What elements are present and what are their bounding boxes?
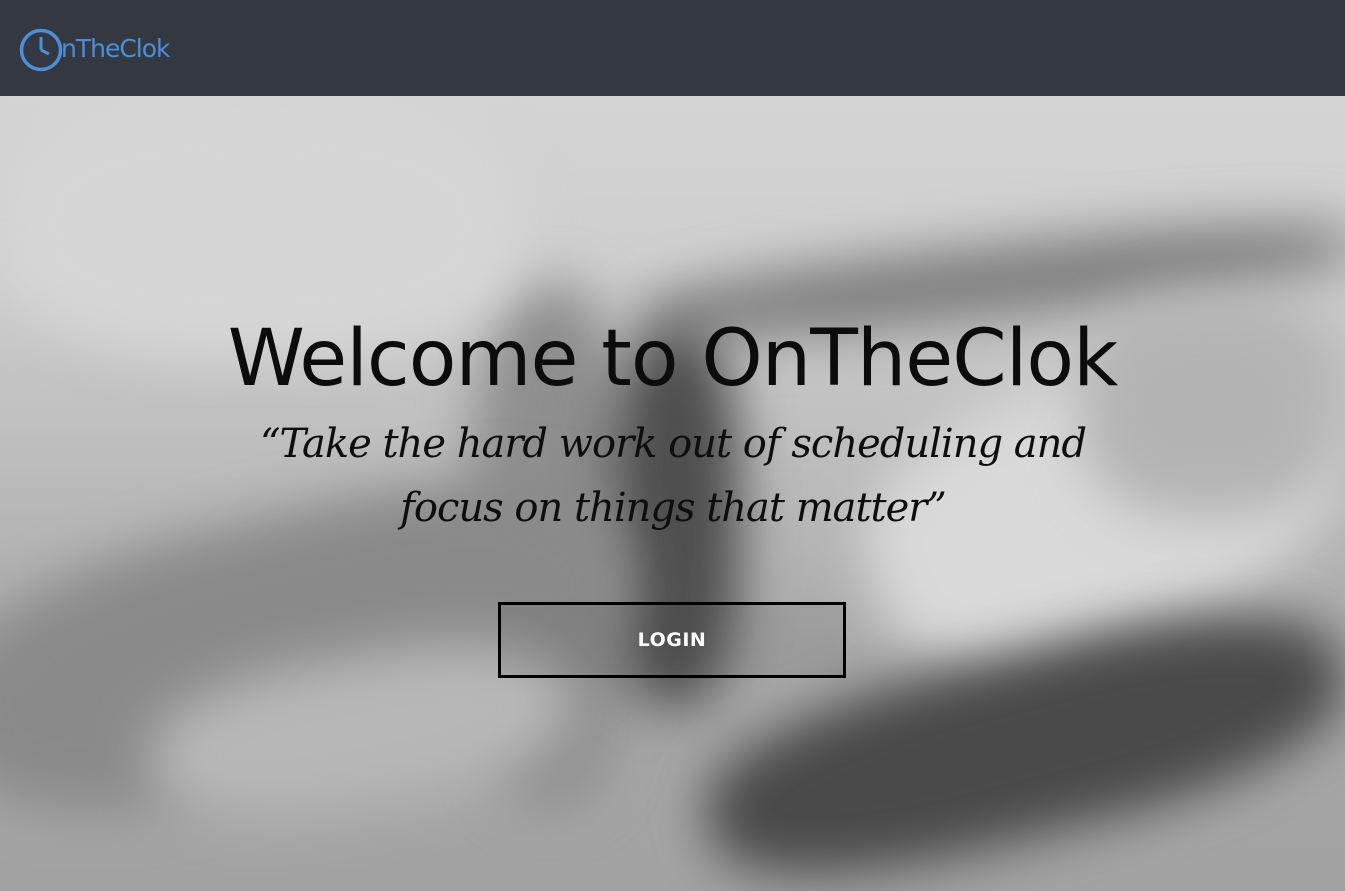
clock-icon (19, 28, 63, 72)
brand-name: nTheClok (61, 34, 171, 63)
brand-logo[interactable]: nTheClok (19, 23, 171, 75)
login-button[interactable]: LOGIN (498, 602, 846, 678)
hero-section: Welcome to OnTheClok “Take the hard work… (0, 96, 1345, 891)
hero-quote: “Take the hard work out of scheduling an… (259, 421, 1087, 531)
navbar: nTheClok (0, 0, 1345, 96)
hero-title: Welcome to OnTheClok (227, 314, 1119, 404)
landing-page: nTheClok Welcome to OnTheClok “Take the … (0, 0, 1345, 891)
